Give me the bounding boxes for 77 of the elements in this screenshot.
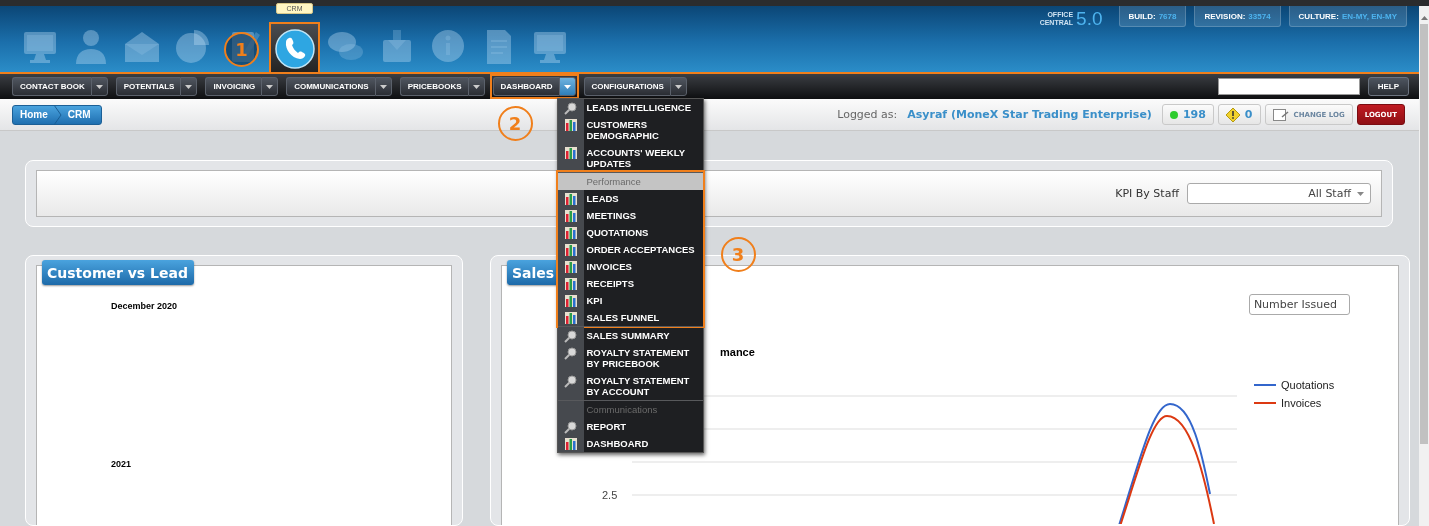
nav-button[interactable]: CONFIGURATIONS <box>583 77 670 96</box>
caret-icon <box>379 84 387 89</box>
bar-chart-icon <box>564 119 577 131</box>
log-icon <box>1272 108 1289 121</box>
status-dot-icon <box>1169 110 1178 119</box>
nav-button[interactable]: COMMUNICATIONS <box>286 77 375 96</box>
legend-label: Invoices <box>1281 397 1322 409</box>
chart-label: 2021 <box>111 459 133 469</box>
search-icon <box>564 347 577 360</box>
chart-title: mance <box>720 346 755 358</box>
menu-item[interactable]: REPORT <box>583 418 703 435</box>
bar-chart-icon <box>564 438 577 450</box>
bar-chart-icon <box>564 261 577 273</box>
bar-chart-icon <box>564 244 577 256</box>
menu-item[interactable]: ORDER ACCEPTANCES <box>583 241 703 258</box>
annotation-marker: 1 <box>224 32 259 67</box>
bar-chart-icon <box>564 278 577 290</box>
axis-tick-label: 2.5 <box>602 489 618 501</box>
menu-item[interactable]: ROYALTY STATEMENT BY ACCOUNT <box>583 372 703 400</box>
nav-dropdown-button[interactable] <box>261 77 279 96</box>
legend-label: Quotations <box>1281 379 1335 391</box>
chart-label: December 2020 <box>111 301 179 311</box>
caret-icon <box>95 84 103 89</box>
menu-section-header: Performance <box>557 173 703 190</box>
phone-icon[interactable] <box>274 29 315 69</box>
info-badge: BUILD: 7678 <box>1118 6 1187 27</box>
menu-item[interactable]: KPI <box>583 292 703 309</box>
menu-item[interactable]: QUOTATIONS <box>583 224 703 241</box>
nav-button[interactable]: PRICEBOOKS <box>399 77 468 96</box>
caret-icon <box>472 84 480 89</box>
menu-section-header: Communications <box>557 401 703 418</box>
search-field[interactable] <box>1217 78 1360 95</box>
menu-item[interactable]: ACCOUNTS' WEEKLY UPDATES <box>583 144 703 172</box>
menu-item[interactable]: SALES FUNNEL <box>583 309 703 326</box>
search-icon <box>564 375 577 388</box>
product-version: 5.0 <box>1076 8 1103 30</box>
info-badge: REVISION: 33574 <box>1194 6 1281 27</box>
breadcrumb-link[interactable]: Home <box>20 109 48 120</box>
scrollbar[interactable] <box>1419 6 1429 526</box>
menu-item[interactable]: CUSTOMERS DEMOGRAPHIC <box>583 116 703 144</box>
bar-chart-icon <box>564 295 577 307</box>
card-title: Customer vs Lead <box>42 260 194 285</box>
menu-item[interactable]: LEADS <box>583 190 703 207</box>
bar-chart-icon <box>564 227 577 239</box>
logged-as-label: Logged as: <box>837 108 898 121</box>
warning-icon <box>1225 107 1240 122</box>
search-icon <box>564 102 577 115</box>
nav-button[interactable]: POTENTIALS <box>115 77 181 96</box>
caret-icon <box>266 84 274 89</box>
menu-item[interactable]: MEETINGS <box>583 207 703 224</box>
search-icon <box>564 330 577 343</box>
caret-icon <box>1357 191 1364 196</box>
bar-chart-icon <box>564 193 577 205</box>
menu-item[interactable]: DASHBOARD <box>583 435 703 452</box>
caret-icon <box>563 84 571 89</box>
menu-item[interactable]: LEADS INTELLIGENCE <box>583 99 703 116</box>
caret-icon <box>185 84 193 89</box>
help-button[interactable]: HELP <box>1367 77 1409 96</box>
nav-button[interactable]: CONTACT BOOK <box>12 77 91 96</box>
breadcrumb-link[interactable]: CRM <box>67 109 91 120</box>
staff-select[interactable]: All Staff <box>1187 183 1371 204</box>
bar-chart-icon <box>564 147 577 159</box>
nav-dropdown-button[interactable] <box>180 77 198 96</box>
menu-item[interactable]: SALES SUMMARY <box>583 327 703 344</box>
caret-icon <box>674 84 682 89</box>
measure-select[interactable]: Number Issued <box>1249 294 1350 315</box>
menu-item[interactable]: RECEIPTS <box>583 275 703 292</box>
menu-item[interactable]: ROYALTY STATEMENT BY PRICEBOOK <box>583 344 703 372</box>
scroll-up-icon[interactable] <box>1420 16 1428 20</box>
search-icon <box>564 421 577 434</box>
bar-chart-icon <box>564 210 577 222</box>
nav-button[interactable]: DASHBOARD <box>492 77 559 96</box>
bar-chart-icon <box>564 312 577 324</box>
filter-label: KPI By Staff <box>1115 187 1179 200</box>
menu-item[interactable]: INVOICES <box>583 258 703 275</box>
info-badge: CULTURE: EN-MY, EN-MY <box>1288 6 1407 27</box>
nav-button[interactable]: INVOICING <box>205 77 262 96</box>
